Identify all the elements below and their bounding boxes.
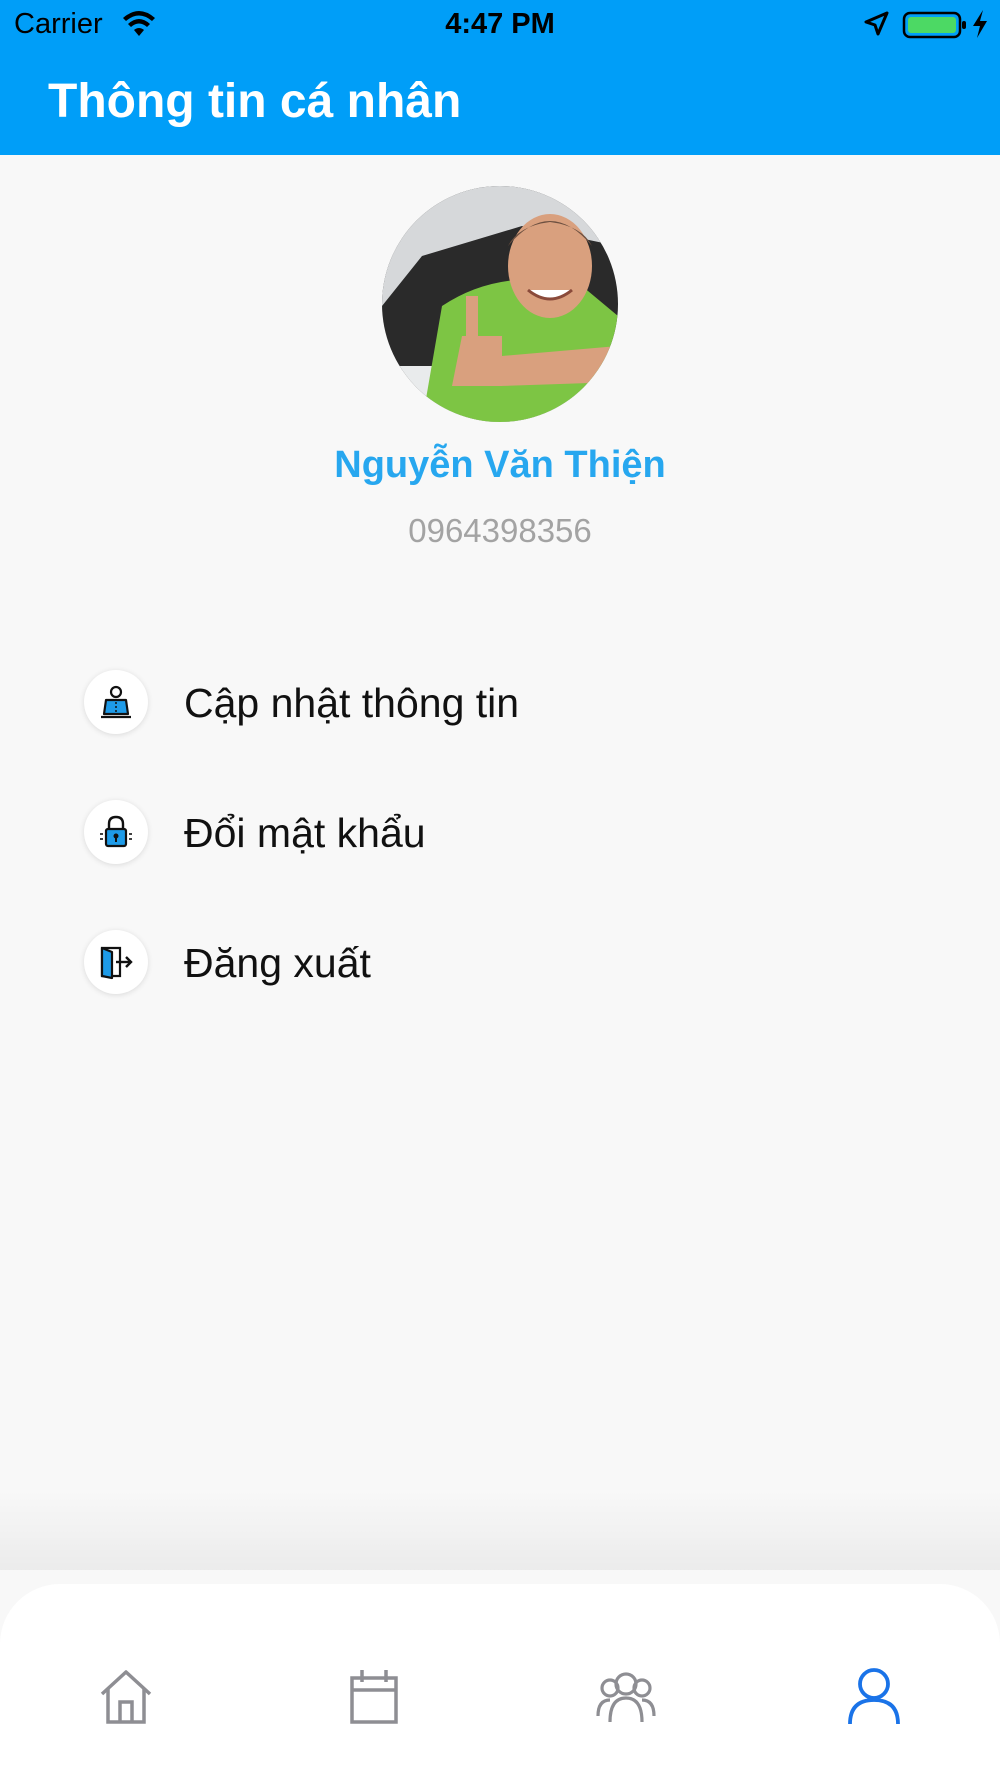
menu-item-label: Cập nhật thông tin	[184, 680, 520, 726]
menu-item-logout[interactable]: Đăng xuất	[80, 926, 920, 1006]
profile-icon	[848, 1668, 900, 1725]
tab-calendar[interactable]	[342, 1664, 406, 1728]
menu-item-change-password[interactable]: Đổi mật khẩu	[80, 796, 920, 876]
menu-item-label: Đăng xuất	[184, 940, 371, 986]
tab-home[interactable]	[94, 1664, 158, 1728]
group-icon	[596, 1672, 656, 1723]
app-header: Carrier 4:47 PM Thông tin cá nhân	[0, 0, 1000, 155]
menu-item-update-info[interactable]: Cập nhật thông tin	[80, 666, 920, 746]
user-card-icon	[84, 670, 148, 734]
avatar[interactable]	[382, 186, 618, 422]
tab-bar	[0, 1584, 1000, 1778]
tab-group[interactable]	[594, 1664, 658, 1728]
tab-profile[interactable]	[842, 1664, 906, 1728]
charging-bolt-icon	[973, 10, 987, 38]
menu-item-label: Đổi mật khẩu	[184, 810, 426, 856]
user-name: Nguyễn Văn Thiện	[334, 444, 666, 486]
battery-icon	[902, 11, 966, 39]
tab-bar-shadow	[0, 1490, 1000, 1570]
status-time: 4:47 PM	[445, 8, 555, 40]
calendar-icon	[350, 1670, 398, 1724]
user-phone: 0964398356	[408, 512, 592, 549]
home-icon	[100, 1670, 152, 1724]
lock-icon	[84, 800, 148, 864]
page-title: Thông tin cá nhân	[48, 75, 462, 128]
logout-door-icon	[84, 930, 148, 994]
status-bar: Carrier 4:47 PM	[0, 0, 1000, 50]
location-arrow-icon	[864, 11, 889, 36]
